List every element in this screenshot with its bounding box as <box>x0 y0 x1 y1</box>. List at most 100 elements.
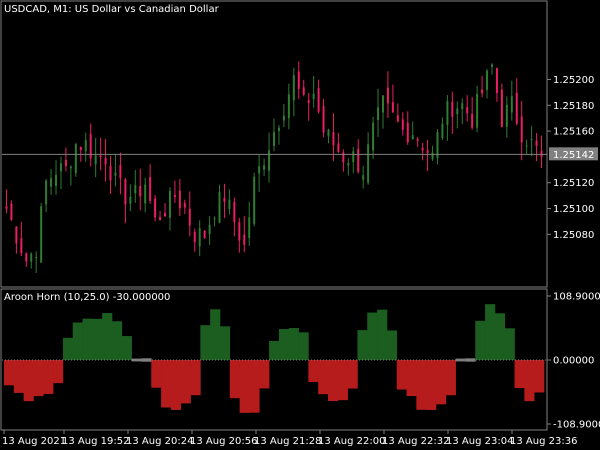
candle-body <box>253 176 256 224</box>
price-tick-label: 1.25120 <box>553 178 594 189</box>
candle-body <box>84 140 87 152</box>
aroon-bar <box>504 328 515 360</box>
candle-body <box>109 165 112 181</box>
aroon-bar <box>367 312 378 360</box>
candle-body <box>59 163 62 172</box>
indicator-title: Aroon Horn (10,25.0) -30.000000 <box>4 292 170 303</box>
aroon-bar <box>43 360 54 394</box>
candle-body <box>30 253 33 262</box>
candle-body <box>74 144 77 174</box>
time-tick-label: 13 Aug 20:56 <box>190 436 257 447</box>
indicator-tick-label: 0.00000 <box>553 356 594 367</box>
candle-body <box>149 177 152 201</box>
aroon-bar <box>485 304 496 360</box>
candle-body <box>495 67 498 94</box>
aroon-bar <box>180 360 191 404</box>
candle-body <box>327 129 330 137</box>
candle-body <box>386 87 389 104</box>
candle-body <box>203 230 206 238</box>
candle-body <box>302 87 305 95</box>
aroon-bar <box>347 360 358 389</box>
candle-body <box>173 194 176 197</box>
indicator-tick-label: -108.90000 <box>553 420 600 431</box>
candle-body <box>535 140 538 146</box>
candle-body <box>332 132 335 146</box>
candle-body <box>233 202 236 223</box>
aroon-bar <box>524 360 535 402</box>
aroon-bar <box>396 360 407 390</box>
candle-body <box>322 105 325 133</box>
candle-body <box>273 132 275 146</box>
aroon-bar <box>210 309 221 360</box>
candle-body <box>500 89 503 127</box>
time-tick-label: 13 Aug 19:52 <box>62 436 129 447</box>
candle-body <box>416 139 419 141</box>
aroon-bar <box>170 360 182 410</box>
candle-body <box>525 145 528 147</box>
aroon-bar <box>72 322 83 360</box>
candle-body <box>119 164 122 179</box>
candle-body <box>69 166 72 169</box>
candle-body <box>183 203 186 208</box>
time-tick-label: 13 Aug 22:32 <box>382 436 449 447</box>
candle-body <box>238 222 241 241</box>
candle-body <box>510 96 513 113</box>
candle-body <box>164 212 167 217</box>
aroon-bar <box>406 360 417 397</box>
aroon-bar <box>62 337 74 360</box>
candle-body <box>441 123 444 139</box>
aroon-bar <box>308 360 319 382</box>
candle-body <box>377 107 380 121</box>
aroon-bar <box>23 360 34 402</box>
candle-body <box>426 150 429 153</box>
current-price-label: 1.25142 <box>553 150 594 161</box>
aroon-bar <box>269 340 280 360</box>
candle-body <box>104 157 107 165</box>
price-tick-label: 1.25180 <box>553 101 594 112</box>
candle-body <box>490 64 493 67</box>
candle-body <box>79 147 82 151</box>
candle-body <box>248 217 251 238</box>
candle-body <box>362 175 365 180</box>
candle-body <box>35 257 38 259</box>
aroon-bar <box>239 360 250 413</box>
aroon-bar <box>534 360 545 393</box>
price-tick-label: 1.25100 <box>553 204 594 215</box>
candle-body <box>25 253 28 262</box>
time-tick-label: 13 Aug 2021 <box>2 436 66 447</box>
candle-body <box>466 107 469 114</box>
candle-body <box>282 115 285 121</box>
aroon-bar <box>13 360 24 393</box>
candle-body <box>228 199 231 210</box>
aroon-bar <box>328 360 339 402</box>
candle-body <box>307 100 310 103</box>
candle-body <box>476 93 479 128</box>
candle-body <box>337 143 340 152</box>
candle-body <box>471 113 474 128</box>
candle-body <box>515 92 518 124</box>
candle-body <box>144 184 147 204</box>
aroon-bar <box>200 325 211 360</box>
aroon-bar <box>229 360 240 399</box>
candle-body <box>287 94 290 119</box>
candle-body <box>406 122 409 143</box>
aroon-bar <box>190 360 201 396</box>
candle-body <box>421 147 424 151</box>
candle-body <box>45 180 48 205</box>
aroon-bar <box>4 360 15 386</box>
candle-body <box>10 203 13 221</box>
candle-body <box>357 148 360 172</box>
time-tick-label: 13 Aug 22:00 <box>318 436 385 447</box>
candle-body <box>188 208 191 226</box>
price-tick-label: 1.25080 <box>553 230 594 241</box>
candle-body <box>20 238 23 254</box>
aroon-bar <box>377 309 388 360</box>
candle-body <box>99 155 102 158</box>
candle-body <box>317 88 320 112</box>
price-tick-label: 1.25200 <box>553 75 594 86</box>
aroon-bar <box>475 320 486 360</box>
time-tick-label: 13 Aug 21:28 <box>254 436 321 447</box>
price-chart-title: USDCAD, M1: US Dollar vs Canadian Dollar <box>4 4 220 15</box>
aroon-bar <box>416 360 427 410</box>
candle-body <box>451 101 454 117</box>
